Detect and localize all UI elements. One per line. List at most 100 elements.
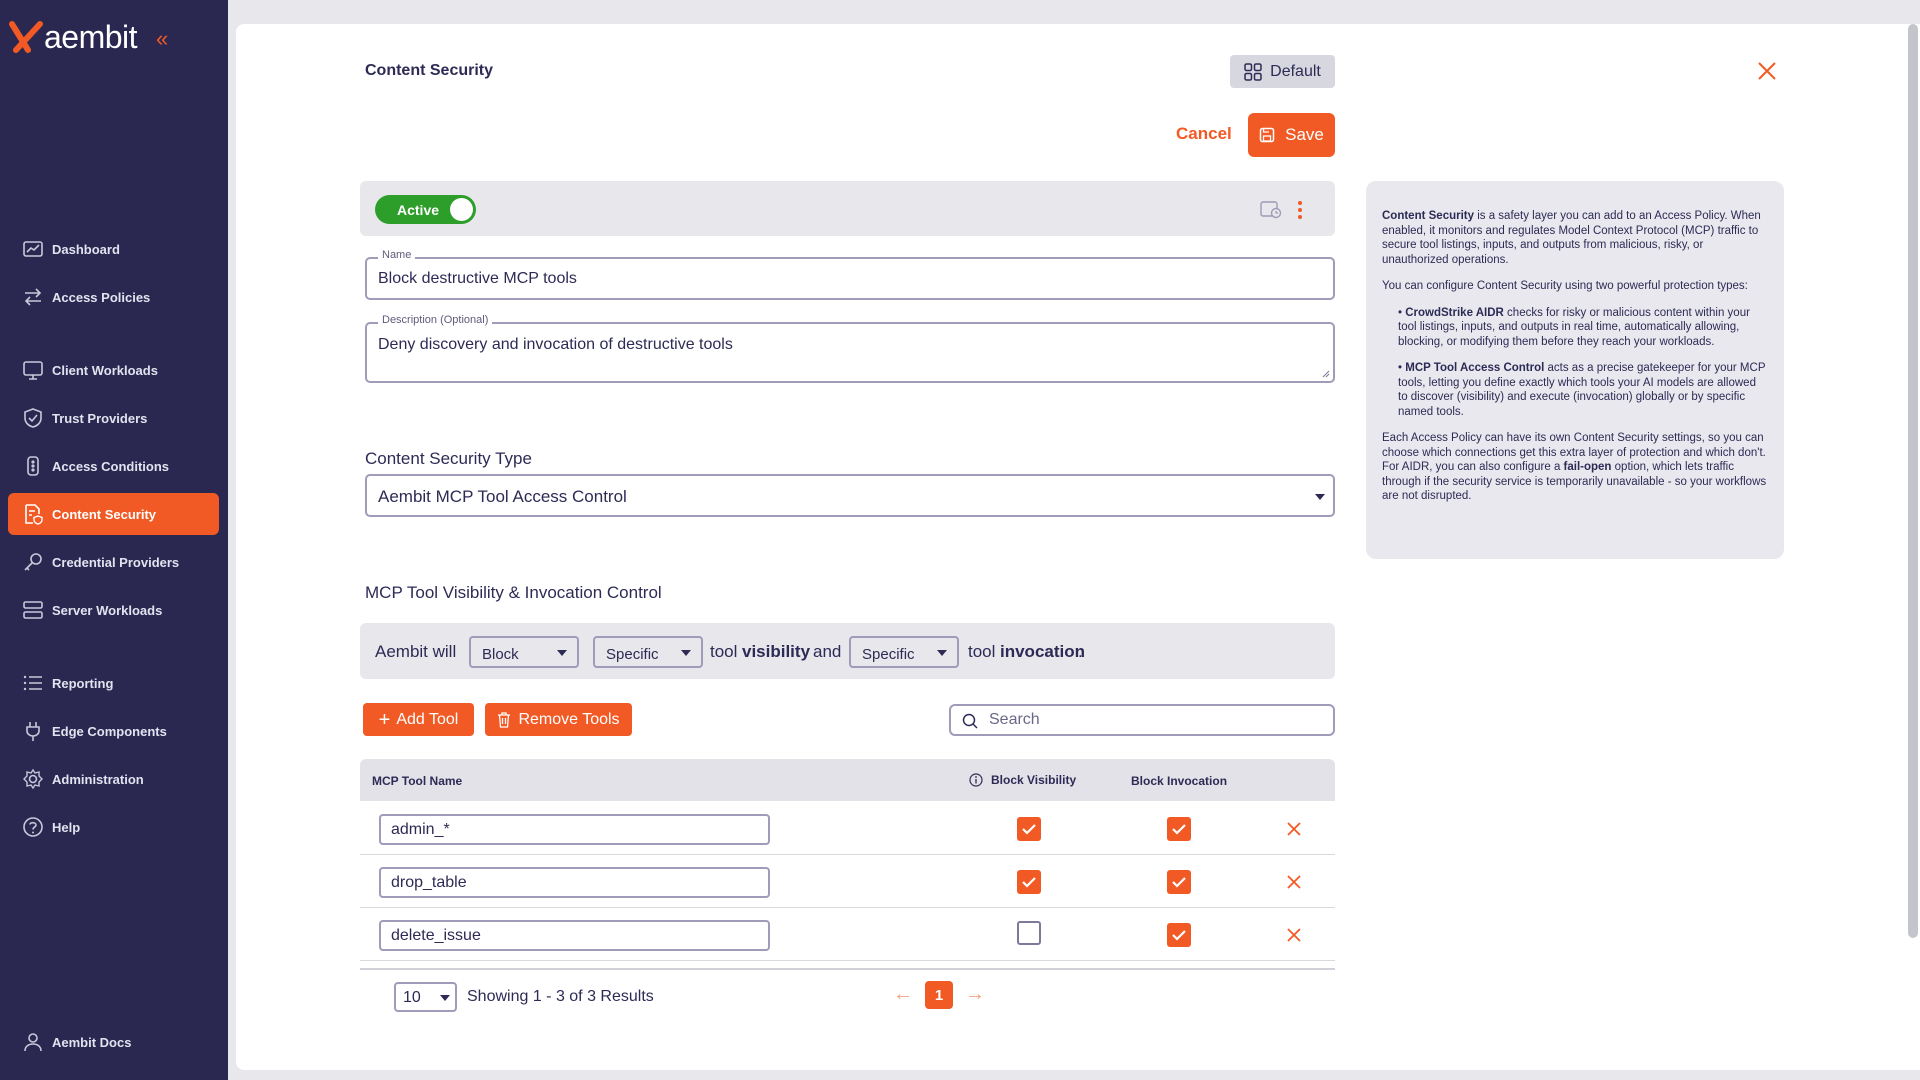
sidebar-item-access-conditions[interactable]: Access Conditions: [8, 445, 219, 487]
type-value: Aembit MCP Tool Access Control: [378, 487, 627, 506]
block-invocation-checkbox[interactable]: [1167, 923, 1191, 947]
sidebar-item-label: Access Conditions: [52, 458, 170, 474]
save-button[interactable]: Save: [1248, 113, 1335, 157]
aembit-logo[interactable]: aembit: [8, 19, 138, 55]
prefix-text: Aembit will: [375, 642, 457, 661]
info-bold: fail-open: [1563, 461, 1612, 473]
name-field[interactable]: Name Block destructive MCP tools: [365, 249, 1335, 300]
tool-name-input[interactable]: delete_issue: [379, 920, 770, 951]
arrows-swap-icon: [24, 288, 42, 306]
scrollbar[interactable]: [1908, 24, 1918, 938]
info-bold: CrowdStrike AIDR: [1405, 306, 1504, 319]
delete-row-icon[interactable]: [1286, 821, 1302, 837]
info-icon[interactable]: [969, 773, 983, 787]
sidebar-item-label: Credential Providers: [52, 554, 180, 570]
dashboard-icon: [23, 241, 43, 257]
toggle-knob: [450, 198, 473, 221]
shield-check-icon: [24, 408, 42, 428]
sidebar-item-reporting[interactable]: Reporting: [8, 662, 219, 704]
remove-tools-button[interactable]: Remove Tools: [485, 703, 632, 736]
traffic-light-icon: [27, 456, 39, 476]
brand-name: aembit: [44, 19, 138, 55]
visibility-scope-select[interactable]: Specific: [593, 636, 703, 668]
sidebar-item-credential-providers[interactable]: Credential Providers: [8, 541, 219, 583]
column-header-block-invocation: Block Invocation: [1131, 774, 1228, 788]
per-page-select[interactable]: 10: [394, 982, 457, 1012]
resize-handle-icon[interactable]: [1322, 370, 1330, 378]
default-button[interactable]: Default: [1230, 55, 1335, 88]
invocation-text: invocation: [1000, 642, 1086, 661]
action-value: Block: [482, 646, 519, 663]
tool-name-input[interactable]: admin_*: [379, 814, 770, 845]
delete-row-icon[interactable]: [1286, 927, 1302, 943]
action-select[interactable]: Block: [469, 636, 579, 668]
sidebar-item-label: Aembit Docs: [52, 1034, 132, 1050]
sidebar-item-label: Edge Components: [52, 723, 167, 739]
block-visibility-checkbox[interactable]: [1017, 870, 1041, 894]
cancel-button[interactable]: Cancel: [1176, 124, 1232, 144]
divider: [360, 968, 1335, 970]
block-invocation-checkbox[interactable]: [1167, 870, 1191, 894]
name-value: Block destructive MCP tools: [378, 270, 577, 287]
chevron-down-icon: [440, 995, 450, 1001]
type-select[interactable]: Aembit MCP Tool Access Control: [365, 474, 1335, 517]
sidebar-item-trust-providers[interactable]: Trust Providers: [8, 397, 219, 439]
toggle-label: Active: [397, 201, 440, 218]
grid-icon: [1244, 62, 1262, 81]
column-header-block-visibility: Block Visibility: [991, 773, 1077, 787]
tool-name-value: admin_*: [391, 821, 450, 838]
add-tool-label: Add Tool: [396, 710, 459, 728]
sidebar-item-server-workloads[interactable]: Server Workloads: [8, 589, 219, 631]
chevron-down-icon: [937, 650, 947, 656]
block-invocation-checkbox[interactable]: [1167, 817, 1191, 841]
per-page-value: 10: [403, 989, 421, 1006]
description-label: Description (Optional): [378, 314, 493, 326]
invocation-scope-select[interactable]: Specific: [849, 636, 959, 668]
sidebar-item-dashboard[interactable]: Dashboard: [8, 228, 219, 270]
sidebar: aembit « Dashboard Access Policies Clien…: [0, 0, 228, 1080]
sidebar-item-content-security[interactable]: Content Security: [8, 493, 219, 535]
sidebar-item-help[interactable]: Help: [8, 806, 219, 848]
sidebar-item-administration[interactable]: Administration: [8, 758, 219, 800]
tool-name-input[interactable]: drop_table: [379, 867, 770, 898]
delete-row-icon[interactable]: [1286, 874, 1302, 890]
chevron-down-icon: [1315, 494, 1325, 500]
search-field[interactable]: [989, 711, 1319, 729]
arrow-left-icon[interactable]: ←: [893, 983, 913, 1006]
sidebar-item-access-policies[interactable]: Access Policies: [8, 276, 219, 318]
control-sentence: Aembit will Block Specific tool visibili…: [360, 623, 1335, 679]
page-button-current[interactable]: 1: [925, 981, 953, 1009]
tool-name-value: delete_issue: [391, 927, 481, 944]
tool-text-2: tool: [968, 642, 996, 661]
more-vertical-icon[interactable]: [1297, 200, 1303, 220]
active-toggle[interactable]: Active: [375, 195, 476, 224]
chevron-double-left-icon[interactable]: «: [156, 27, 168, 51]
monitor-icon: [23, 361, 43, 380]
add-tool-button[interactable]: + Add Tool: [363, 703, 474, 736]
info-bullet: • MCP Tool Access Control acts as a prec…: [1398, 362, 1766, 418]
default-label: Default: [1270, 62, 1321, 80]
close-icon[interactable]: [1756, 60, 1778, 82]
sidebar-item-edge-components[interactable]: Edge Components: [8, 710, 219, 752]
and-text: and: [813, 642, 842, 661]
info-paragraph: You can configure Content Security using…: [1382, 280, 1748, 292]
check-icon: [1172, 824, 1186, 835]
info-paragraph: Each Access Policy can have its own Cont…: [1382, 431, 1768, 504]
description-field[interactable]: Description (Optional) Deny discovery an…: [365, 314, 1335, 383]
tool-name-value: drop_table: [391, 874, 467, 891]
calendar-clock-icon[interactable]: [1260, 199, 1282, 219]
sidebar-item-label: Trust Providers: [52, 410, 148, 426]
block-visibility-checkbox[interactable]: [1017, 817, 1041, 841]
arrow-right-icon[interactable]: →: [965, 983, 985, 1006]
info-card: Content Security is a safety layer you c…: [1366, 181, 1784, 559]
search-input[interactable]: [949, 704, 1335, 736]
description-value: Deny discovery and invocation of destruc…: [378, 336, 733, 353]
block-visibility-checkbox[interactable]: [1017, 921, 1041, 945]
page-title: Content Security: [365, 62, 494, 79]
sidebar-item-label: Dashboard: [52, 241, 120, 257]
info-paragraph: Content Security is a safety layer you c…: [1382, 209, 1768, 267]
type-label: Content Security Type: [365, 449, 532, 468]
info-bold: Content Security: [1382, 210, 1475, 222]
sidebar-item-client-workloads[interactable]: Client Workloads: [8, 349, 219, 391]
sidebar-item-aembit-docs[interactable]: Aembit Docs: [8, 1021, 219, 1063]
